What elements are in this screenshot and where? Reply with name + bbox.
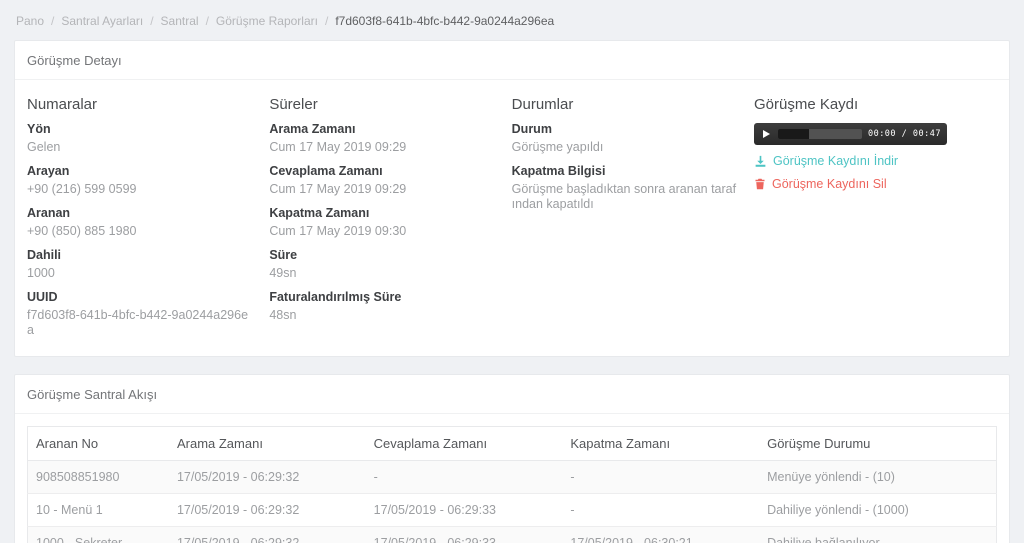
field-label: Arama Zamanı xyxy=(269,122,495,137)
field: Kapatma Bilgisi Görüşme başladıktan sonra… xyxy=(512,164,738,212)
breadcrumb-link[interactable]: Santral Ayarları xyxy=(61,14,143,28)
breadcrumb: Pano / Santral Ayarları / Santral / Görüşme Ra… xyxy=(14,0,1010,40)
table-cell: 1000 - Sekreter xyxy=(28,527,169,543)
audio-progress-fill xyxy=(778,129,809,139)
field: Yön Gelen xyxy=(27,122,253,155)
field-label: Kapatma Zamanı xyxy=(269,206,495,221)
table-cell: - xyxy=(562,494,759,527)
field: Durum Görüşme yapıldı xyxy=(512,122,738,155)
table-cell: 17/05/2019 - 06:30:21 xyxy=(562,527,759,543)
field: Süre 49sn xyxy=(269,248,495,281)
breadcrumb-separator: / xyxy=(325,14,328,28)
detail-column: Durumlar Durum Görüşme yapıldı Kapatma Bilg… xyxy=(512,93,754,338)
column-header: Kapatma Zamanı xyxy=(562,427,759,461)
field-label: Dahili xyxy=(27,248,253,263)
breadcrumb-separator: / xyxy=(150,14,153,28)
audio-time: 00:00 / 00:47 xyxy=(868,129,941,139)
section-heading: Durumlar xyxy=(512,96,738,113)
breadcrumb-current: f7d603f8-641b-4bfc-b442-9a0244a296ea xyxy=(335,14,554,28)
table-cell: 17/05/2019 - 06:29:32 xyxy=(169,494,366,527)
download-icon xyxy=(754,155,767,168)
flow-table-head-row: Aranan NoArama ZamanıCevaplama ZamanıKap… xyxy=(28,427,997,461)
table-cell: 17/05/2019 - 06:29:33 xyxy=(366,527,563,543)
table-cell: 10 - Menü 1 xyxy=(28,494,169,527)
field-value: Cum 17 May 2019 09:29 xyxy=(269,140,495,155)
play-icon xyxy=(761,127,771,142)
section-heading: Numaralar xyxy=(27,96,253,113)
breadcrumb-separator: / xyxy=(51,14,54,28)
flow-table: Aranan NoArama ZamanıCevaplama ZamanıKap… xyxy=(27,426,997,543)
field-value: 49sn xyxy=(269,266,495,281)
table-row: 90850885198017/05/2019 - 06:29:32--Menüy… xyxy=(28,461,997,494)
breadcrumb-separator: / xyxy=(206,14,209,28)
field-label: Aranan xyxy=(27,206,253,221)
field-value: f7d603f8-641b-4bfc-b442-9a0244a296ea xyxy=(27,308,253,338)
field-value: Gelen xyxy=(27,140,253,155)
page: Pano / Santral Ayarları / Santral / Görüşme Ra… xyxy=(0,0,1024,543)
detail-column: Süreler Arama Zamanı Cum 17 May 2019 09:29… xyxy=(269,93,511,338)
field-value: Cum 17 May 2019 09:30 xyxy=(269,224,495,239)
field-value: Cum 17 May 2019 09:29 xyxy=(269,182,495,197)
delete-recording-label: Görüşme Kaydını Sil xyxy=(772,177,887,191)
breadcrumb-link[interactable]: Santral xyxy=(161,14,199,28)
field-value: Görüşme başladıktan sonra aranan tarafın… xyxy=(512,182,738,212)
field-label: Yön xyxy=(27,122,253,137)
table-cell: Dahiliye bağlanılıyor xyxy=(759,527,996,543)
field-value: 48sn xyxy=(269,308,495,323)
call-flow-panel: Görüşme Santral Akışı Aranan NoArama Zam… xyxy=(14,374,1010,543)
field-value: 1000 xyxy=(27,266,253,281)
column-header: Arama Zamanı xyxy=(169,427,366,461)
table-cell: Menüye yönlendi - (10) xyxy=(759,461,996,494)
field: Kapatma Zamanı Cum 17 May 2019 09:30 xyxy=(269,206,495,239)
field: UUID f7d603f8-641b-4bfc-b442-9a0244a296ea xyxy=(27,290,253,338)
field-value: +90 (216) 599 0599 xyxy=(27,182,253,197)
field: Faturalandırılmış Süre 48sn xyxy=(269,290,495,323)
play-button[interactable] xyxy=(758,126,774,142)
table-cell: 17/05/2019 - 06:29:32 xyxy=(169,527,366,543)
table-cell: 17/05/2019 - 06:29:32 xyxy=(169,461,366,494)
recording-column: Görüşme Kaydı 00:00 / 00:47 xyxy=(754,93,997,338)
field-label: Süre xyxy=(269,248,495,263)
field: Cevaplama Zamanı Cum 17 May 2019 09:29 xyxy=(269,164,495,197)
column-header: Cevaplama Zamanı xyxy=(366,427,563,461)
flow-table-wrap: Aranan NoArama ZamanıCevaplama ZamanıKap… xyxy=(15,414,1009,543)
table-cell: 908508851980 xyxy=(28,461,169,494)
field: Aranan +90 (850) 885 1980 xyxy=(27,206,253,239)
field-label: Faturalandırılmış Süre xyxy=(269,290,495,305)
section-heading: Süreler xyxy=(269,96,495,113)
field: Dahili 1000 xyxy=(27,248,253,281)
table-cell: 17/05/2019 - 06:29:33 xyxy=(366,494,563,527)
audio-progress-bar[interactable] xyxy=(778,129,862,139)
column-header: Görüşme Durumu xyxy=(759,427,996,461)
breadcrumb-link[interactable]: Görüşme Raporları xyxy=(216,14,318,28)
download-recording-label: Görüşme Kaydını İndir xyxy=(773,154,898,168)
table-cell: - xyxy=(562,461,759,494)
field-label: Cevaplama Zamanı xyxy=(269,164,495,179)
section-heading-recording: Görüşme Kaydı xyxy=(754,96,997,113)
detail-column: Numaralar Yön Gelen Arayan +90 (216) 599 059… xyxy=(27,93,269,338)
field-label: Durum xyxy=(512,122,738,137)
detail-columns-row: Numaralar Yön Gelen Arayan +90 (216) 599 059… xyxy=(15,80,1009,356)
table-row: 10 - Menü 117/05/2019 - 06:29:3217/05/20… xyxy=(28,494,997,527)
table-row: 1000 - Sekreter17/05/2019 - 06:29:3217/0… xyxy=(28,527,997,543)
field-label: Kapatma Bilgisi xyxy=(512,164,738,179)
panel-title-call-flow: Görüşme Santral Akışı xyxy=(15,375,1009,414)
field: Arayan +90 (216) 599 0599 xyxy=(27,164,253,197)
field-label: Arayan xyxy=(27,164,253,179)
table-cell: - xyxy=(366,461,563,494)
download-recording-link[interactable]: Görüşme Kaydını İndir xyxy=(754,154,997,168)
trash-icon xyxy=(754,178,766,190)
flow-table-body: 90850885198017/05/2019 - 06:29:32--Menüy… xyxy=(28,461,997,543)
field: Arama Zamanı Cum 17 May 2019 09:29 xyxy=(269,122,495,155)
field-label: UUID xyxy=(27,290,253,305)
field-value: Görüşme yapıldı xyxy=(512,140,738,155)
field-value: +90 (850) 885 1980 xyxy=(27,224,253,239)
table-cell: Dahiliye yönlendi - (1000) xyxy=(759,494,996,527)
column-header: Aranan No xyxy=(28,427,169,461)
delete-recording-link[interactable]: Görüşme Kaydını Sil xyxy=(754,177,997,191)
audio-player: 00:00 / 00:47 xyxy=(754,123,947,145)
breadcrumb-link[interactable]: Pano xyxy=(16,14,44,28)
call-detail-panel: Görüşme Detayı Numaralar Yön Gelen Arayan +9… xyxy=(14,40,1010,357)
panel-title-call-detail: Görüşme Detayı xyxy=(15,41,1009,80)
